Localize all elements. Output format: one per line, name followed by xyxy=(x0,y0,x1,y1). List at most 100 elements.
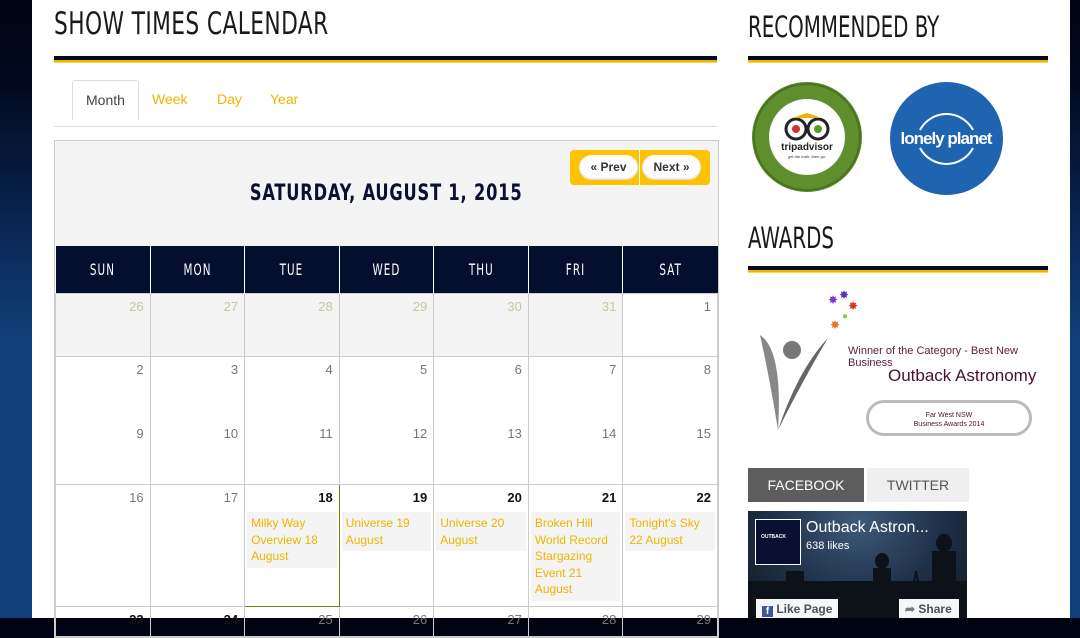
svg-text:●: ● xyxy=(842,311,848,322)
calendar-day-cell[interactable]: 15 xyxy=(622,420,718,485)
facebook-page-avatar[interactable]: OUTBACK xyxy=(755,519,801,565)
day-number: 19 xyxy=(412,490,428,505)
svg-text:lonely planet: lonely planet xyxy=(901,129,993,148)
tripadvisor-logo-icon: tripadvisor get the truth. then go. xyxy=(753,83,861,191)
calendar-day-cell[interactable]: 10 xyxy=(149,420,246,485)
calendar: SATURDAY, AUGUST 1, 2015 « Prev Next » S… xyxy=(54,140,719,638)
calendar-day-cell[interactable]: 6 xyxy=(433,356,529,421)
calendar-day-cell[interactable]: 8 xyxy=(622,356,718,421)
lonely-planet-badge[interactable]: lonely planet xyxy=(890,82,1003,195)
calendar-event-link[interactable]: Universe 19 August xyxy=(341,512,432,551)
weekday-header-mon: MON xyxy=(149,246,245,294)
calendar-event-link[interactable]: Broken Hill World Record Stargazing Even… xyxy=(530,512,621,601)
calendar-day-cell[interactable]: 31 xyxy=(527,293,624,357)
calendar-day-cell[interactable]: 1 xyxy=(622,293,718,357)
calendar-day-cell[interactable]: 23 xyxy=(55,606,151,637)
calendar-day-cell[interactable]: 29 xyxy=(338,293,435,357)
facebook-f-icon: f xyxy=(762,606,773,617)
facebook-likes: 638 likes xyxy=(806,540,850,552)
calendar-day-cell[interactable]: 5 xyxy=(338,356,435,421)
calendar-day-cell[interactable]: 29 xyxy=(622,606,718,637)
calendar-day-cell[interactable]: 14 xyxy=(527,420,624,485)
calendar-day-cell[interactable]: 24 xyxy=(149,606,246,637)
day-number: 30 xyxy=(507,299,522,314)
calendar-day-cell[interactable]: 7 xyxy=(527,356,624,421)
day-number: 16 xyxy=(129,490,144,505)
tab-day[interactable]: Day xyxy=(204,80,255,118)
day-number: 17 xyxy=(223,490,239,505)
calendar-event-link[interactable]: Tonight's Sky 22 August xyxy=(625,512,715,551)
award-plaque-line1: Far West NSW xyxy=(925,412,973,419)
day-number: 11 xyxy=(319,426,333,441)
calendar-day-cell[interactable]: 27 xyxy=(433,606,529,637)
tab-facebook[interactable]: FACEBOOK xyxy=(748,468,864,502)
calendar-day-cell[interactable]: 17 xyxy=(149,484,246,607)
day-number: 20 xyxy=(507,490,522,505)
day-number: 18 xyxy=(318,490,333,505)
title-divider xyxy=(54,56,717,63)
like-page-button[interactable]: f Like Page xyxy=(756,599,838,618)
award-image: ✸ ✸ ✸ ● ✸ Winner of the Category - Best … xyxy=(748,288,1048,445)
day-number: 3 xyxy=(230,362,239,377)
calendar-day-cell[interactable]: 27 xyxy=(149,293,246,357)
calendar-nav: « Prev Next » xyxy=(570,150,710,185)
day-number: 22 xyxy=(696,490,711,505)
day-number: 15 xyxy=(696,426,711,441)
svg-text:tripadvisor: tripadvisor xyxy=(781,142,833,153)
weekday-header-thu: THU xyxy=(433,246,529,294)
nav-separator xyxy=(639,150,640,185)
calendar-day-cell[interactable]: 4 xyxy=(244,356,340,421)
calendar-day-cell[interactable]: 19 Universe 19 August xyxy=(338,484,435,607)
calendar-day-cell[interactable]: 13 xyxy=(433,420,529,485)
calendar-day-cell[interactable]: 28 xyxy=(527,606,624,637)
award-plaque-line2: Business Awards 2014 xyxy=(913,421,985,428)
month-grid: SUN MON TUE WED THU FRI SAT 26 27 28 29 30 31 1 2 3 4 5 6… xyxy=(55,246,718,637)
share-arrow-icon: ➦ xyxy=(905,602,916,616)
awards-divider xyxy=(748,266,1048,273)
calendar-day-cell[interactable]: 3 xyxy=(149,356,246,421)
next-button[interactable]: Next » xyxy=(642,155,701,180)
tab-month[interactable]: Month xyxy=(72,80,139,120)
day-number: 31 xyxy=(601,299,617,314)
calendar-event-link[interactable]: Milky Way Overview 18 August xyxy=(247,512,337,568)
calendar-day-cell[interactable]: 21 Broken Hill World Record Stargazing Ev… xyxy=(527,484,624,607)
day-number: 21 xyxy=(601,490,617,505)
calendar-day-cell[interactable]: 30 xyxy=(433,293,529,357)
tab-twitter[interactable]: TWITTER xyxy=(867,468,969,502)
share-button[interactable]: ➦ Share xyxy=(899,599,959,618)
svg-text:✸: ✸ xyxy=(830,318,840,332)
calendar-day-cell[interactable]: 20 Universe 20 August xyxy=(433,484,529,607)
calendar-day-cell[interactable]: 9 xyxy=(55,420,151,485)
calendar-day-cell[interactable]: 18 Milky Way Overview 18 August xyxy=(244,484,340,607)
calendar-day-cell[interactable]: 16 xyxy=(55,484,151,607)
day-number: 6 xyxy=(514,362,522,377)
calendar-event-link[interactable]: Universe 20 August xyxy=(436,512,526,551)
tab-year[interactable]: Year xyxy=(257,80,311,118)
page-content: SHOW TIMES CALENDAR Month Week Day Year … xyxy=(32,0,1070,638)
tripadvisor-badge[interactable]: tripadvisor get the truth. then go. xyxy=(752,82,862,192)
calendar-day-cell[interactable]: 12 xyxy=(338,420,435,485)
day-number: 7 xyxy=(609,362,617,377)
svg-text:get the truth. then go.: get the truth. then go. xyxy=(788,154,826,159)
calendar-week-row: 26 27 28 29 30 31 1 xyxy=(55,293,718,357)
calendar-header: SATURDAY, AUGUST 1, 2015 « Prev Next » xyxy=(55,141,718,246)
calendar-day-cell[interactable]: 25 xyxy=(244,606,340,637)
day-number: 4 xyxy=(325,362,333,377)
facebook-page-name[interactable]: Outback Astron... xyxy=(806,519,929,537)
calendar-day-cell[interactable]: 2 xyxy=(55,356,151,421)
day-number: 27 xyxy=(223,299,239,314)
calendar-week-row: 9 10 11 12 13 14 15 xyxy=(55,420,718,485)
tab-week[interactable]: Week xyxy=(139,80,201,118)
award-business: Outback Astronomy xyxy=(888,366,1037,385)
calendar-day-cell[interactable]: 28 xyxy=(244,293,340,357)
weekday-header-sun: SUN xyxy=(55,246,151,294)
calendar-day-cell[interactable]: 26 xyxy=(55,293,151,357)
awards-title: AWARDS xyxy=(748,221,834,255)
prev-button[interactable]: « Prev xyxy=(579,155,638,180)
calendar-day-cell[interactable]: 11 xyxy=(244,420,340,485)
day-number: 9 xyxy=(136,426,144,441)
calendar-week-row: 2 3 4 5 6 7 8 xyxy=(55,356,718,421)
weekday-header-fri: FRI xyxy=(527,246,623,294)
calendar-day-cell[interactable]: 22 Tonight's Sky 22 August xyxy=(622,484,718,607)
calendar-day-cell[interactable]: 26 xyxy=(338,606,435,637)
